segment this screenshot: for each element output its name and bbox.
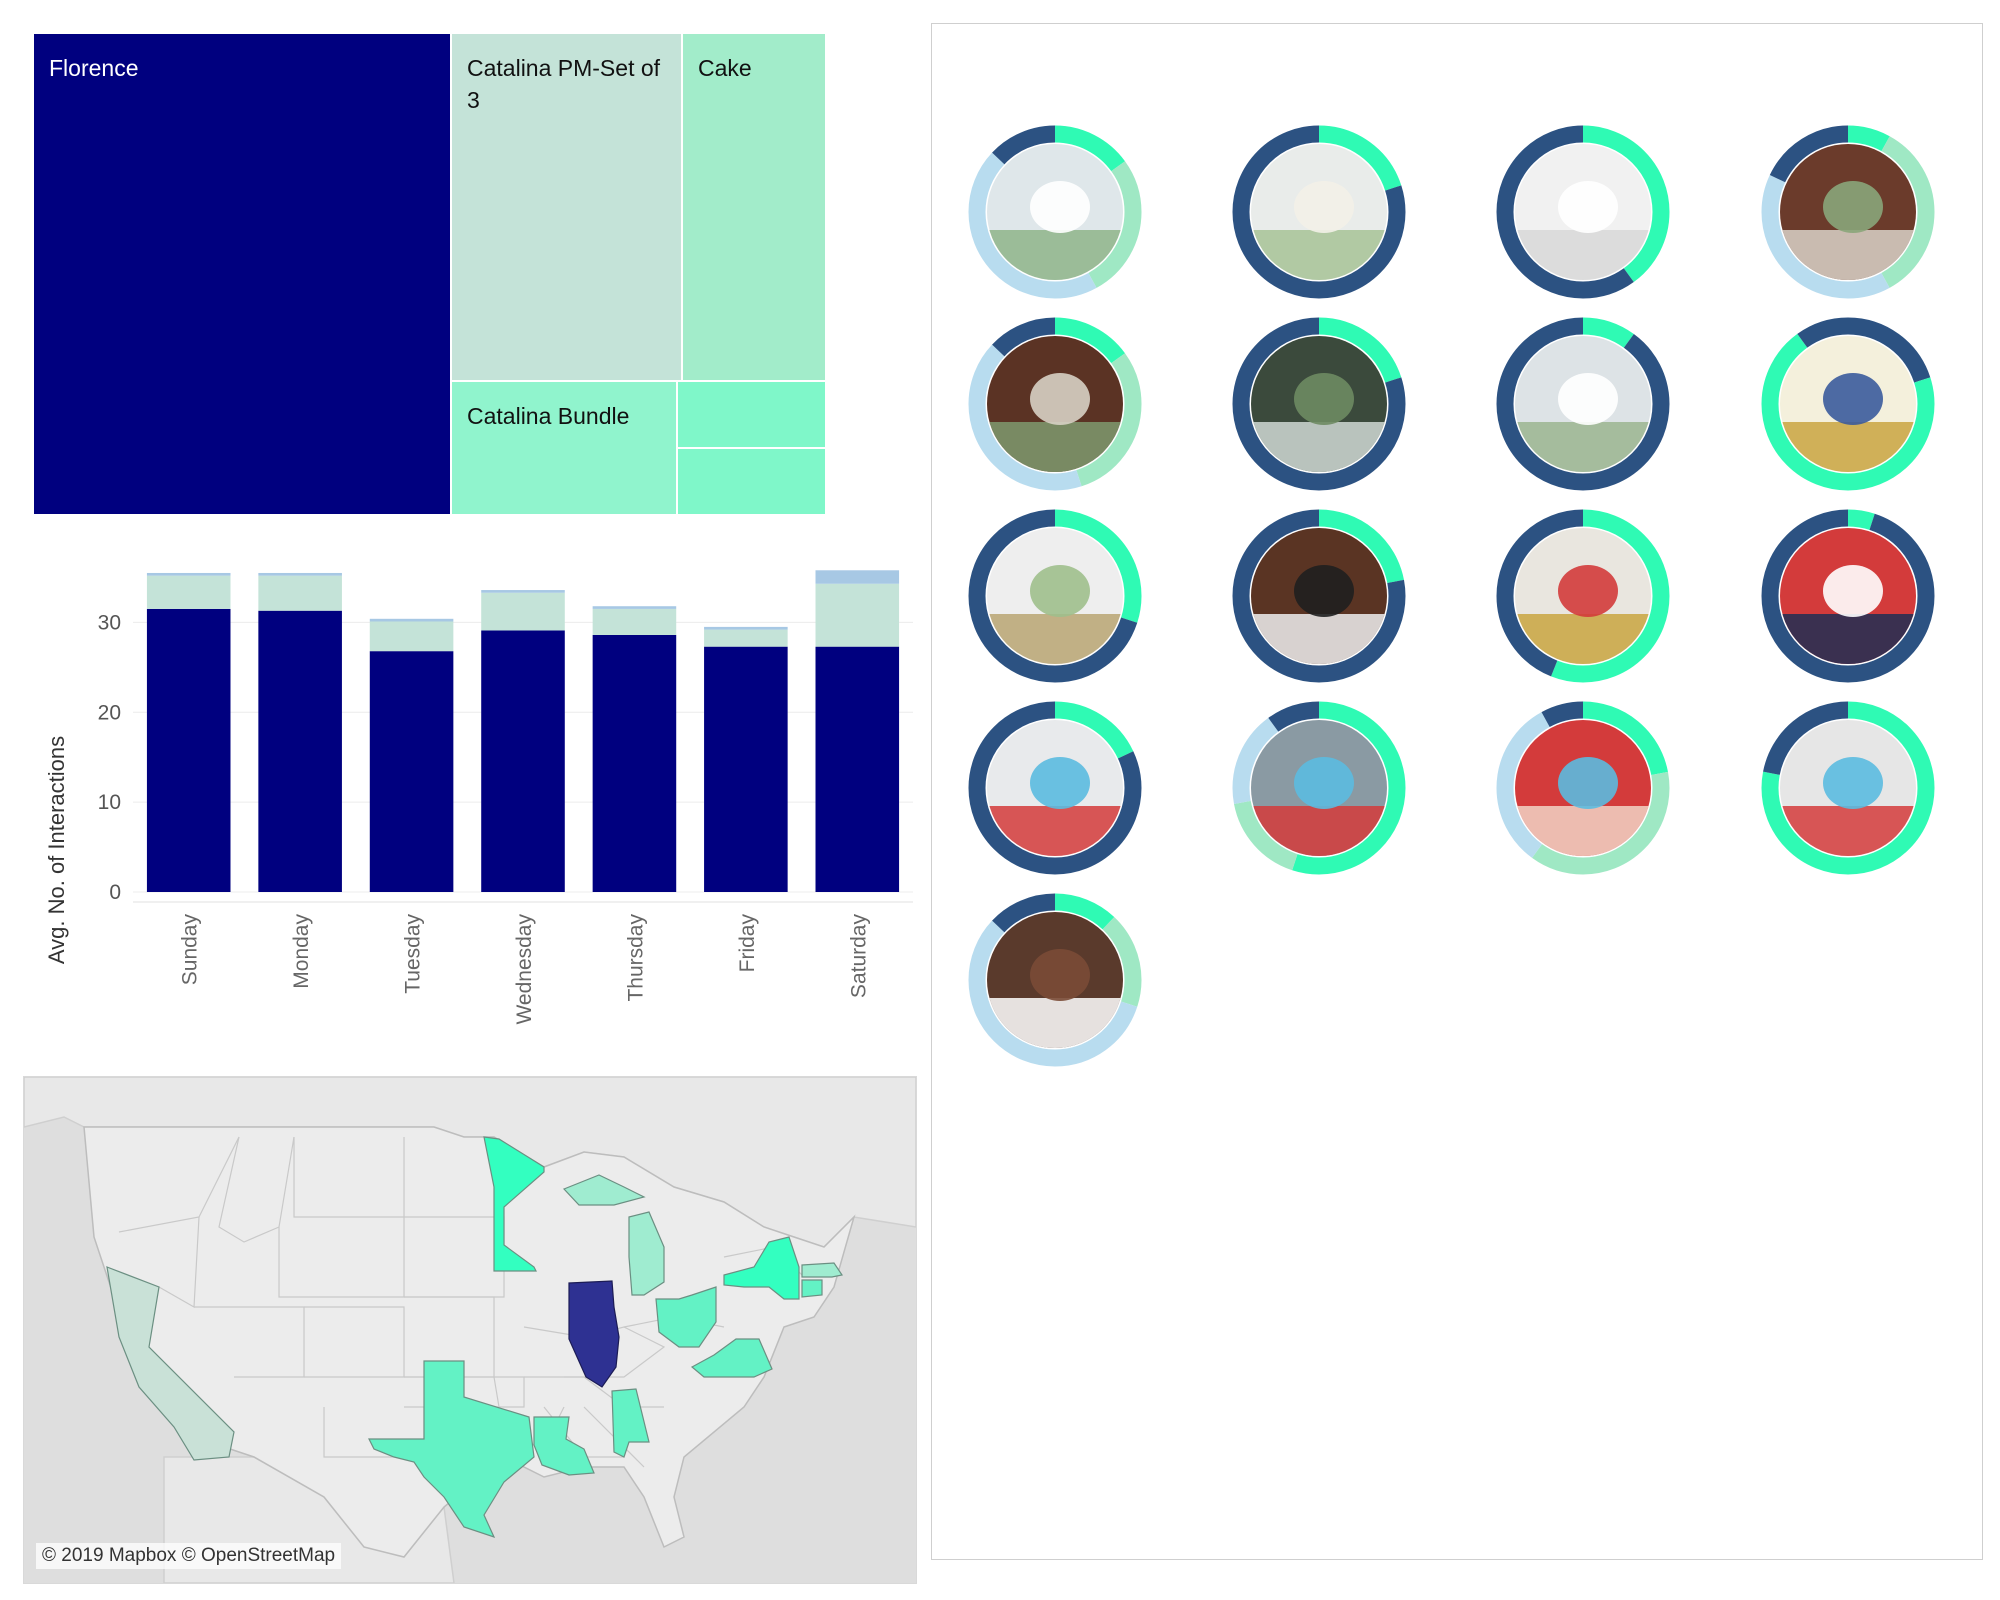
bar-segment[interactable] <box>592 608 677 635</box>
state-connecticut[interactable] <box>801 1279 823 1298</box>
bar-segment[interactable] <box>258 610 342 892</box>
product-ring-one-cake-topper-banner[interactable] <box>1496 701 1670 875</box>
product-ring-baby-breath-candle-centerpiece[interactable] <box>1496 125 1670 299</box>
bar-segment[interactable] <box>369 618 454 622</box>
bar-segment[interactable] <box>815 570 900 584</box>
treemap-label-catalina-pm: Catalina PM-Set of 3 <box>467 55 661 113</box>
y-tick-label: 10 <box>98 791 121 814</box>
product-treemap: Florence Catalina PM-Set of 3 Cake Catal… <box>33 33 826 515</box>
product-ring-wood-lantern-greenery-centerpiece[interactable] <box>968 317 1142 491</box>
treemap-tile-cake[interactable]: Cake <box>682 33 826 381</box>
x-tick-label: Sunday <box>179 914 202 986</box>
bar-segment[interactable] <box>146 608 231 892</box>
treemap-label-florence: Florence <box>49 55 139 81</box>
y-axis-title: Avg. No. of Interactions <box>44 736 69 964</box>
bar-segment[interactable] <box>481 590 565 593</box>
bar-segment[interactable] <box>258 575 342 611</box>
bar-segment[interactable] <box>815 646 900 892</box>
x-tick-label: Monday <box>290 914 313 989</box>
map-canvas <box>24 1077 916 1583</box>
bar-segment[interactable] <box>815 583 900 647</box>
product-ring-wood-lantern-candle-stripes[interactable] <box>1232 509 1406 683</box>
product-ring-gold-geometric-orb-hydrangea[interactable] <box>968 509 1142 683</box>
product-ring-hydrangea-gold-vase-centerpiece[interactable] <box>1232 125 1406 299</box>
bar-segment[interactable] <box>481 630 565 892</box>
product-ring-better-together-wood-sign[interactable] <box>968 893 1142 1067</box>
bar-segment[interactable] <box>146 575 231 609</box>
x-tick-label: Tuesday <box>402 914 425 994</box>
bar-segment[interactable] <box>592 606 677 609</box>
treemap-label-cake: Cake <box>698 55 752 81</box>
product-ring-gold-geometric-orb-roses[interactable] <box>1496 509 1670 683</box>
bar-marks <box>146 570 900 892</box>
product-ring-red-white-ribbon-garland[interactable] <box>1761 701 1935 875</box>
bar-segment[interactable] <box>481 592 565 631</box>
bar-segment[interactable] <box>704 646 788 892</box>
bar-segment[interactable] <box>704 629 788 647</box>
bar-segment[interactable] <box>258 572 342 576</box>
product-image-panel <box>931 23 1983 1560</box>
product-ring-grid <box>968 125 1935 1067</box>
bar-segment[interactable] <box>592 634 677 892</box>
y-tick-label: 20 <box>98 701 121 724</box>
product-ring-check-in-airplane-sign[interactable] <box>1761 317 1935 491</box>
y-axis-ticks: 0 10 20 30 <box>98 611 121 904</box>
x-tick-label: Friday <box>736 914 759 973</box>
bar-segment[interactable] <box>369 621 454 652</box>
map-attribution[interactable]: © 2019 Mapbox © OpenStreetMap <box>36 1543 342 1569</box>
treemap-tile-small-2[interactable] <box>677 448 826 515</box>
product-ring-table-number-frame-centerpiece[interactable] <box>968 125 1142 299</box>
treemap-label-catalina-bundle: Catalina Bundle <box>467 403 630 429</box>
product-ring-wood-lantern-candle-centerpiece[interactable] <box>1761 125 1935 299</box>
x-axis-ticks: Sunday Monday Tuesday Wednesday Thursday Frid… <box>179 914 871 1025</box>
bar-segment[interactable] <box>146 572 231 576</box>
x-tick-label: Wednesday <box>513 914 536 1025</box>
interactions-bar-chart: 0 10 20 30 Avg. No. of Interactions Sunday M… <box>44 570 913 1025</box>
y-tick-label: 30 <box>98 611 121 634</box>
treemap-tile-small-1[interactable] <box>677 381 826 448</box>
product-ring-wreath-love-together-sign[interactable] <box>1232 317 1406 491</box>
treemap-tile-catalina-bundle[interactable]: Catalina Bundle <box>451 381 677 515</box>
treemap-tile-florence[interactable]: Florence <box>33 33 451 515</box>
y-tick-label: 0 <box>109 881 121 904</box>
x-tick-label: Thursday <box>624 914 647 1002</box>
product-ring-happy-birthday-banner[interactable] <box>1232 701 1406 875</box>
us-state-map[interactable]: © 2019 Mapbox © OpenStreetMap <box>23 1076 917 1584</box>
bar-segment[interactable] <box>704 626 788 630</box>
x-tick-label: Saturday <box>847 914 870 999</box>
product-ring-greenery-hoop-floral[interactable] <box>1496 317 1670 491</box>
state-massachusetts[interactable] <box>801 1262 843 1278</box>
product-ring-birthday-package-nautical[interactable] <box>1761 509 1935 683</box>
treemap-tile-catalina-pm[interactable]: Catalina PM-Set of 3 <box>451 33 682 381</box>
product-ring-nautical-party-hat[interactable] <box>968 701 1142 875</box>
bar-segment[interactable] <box>369 651 454 892</box>
